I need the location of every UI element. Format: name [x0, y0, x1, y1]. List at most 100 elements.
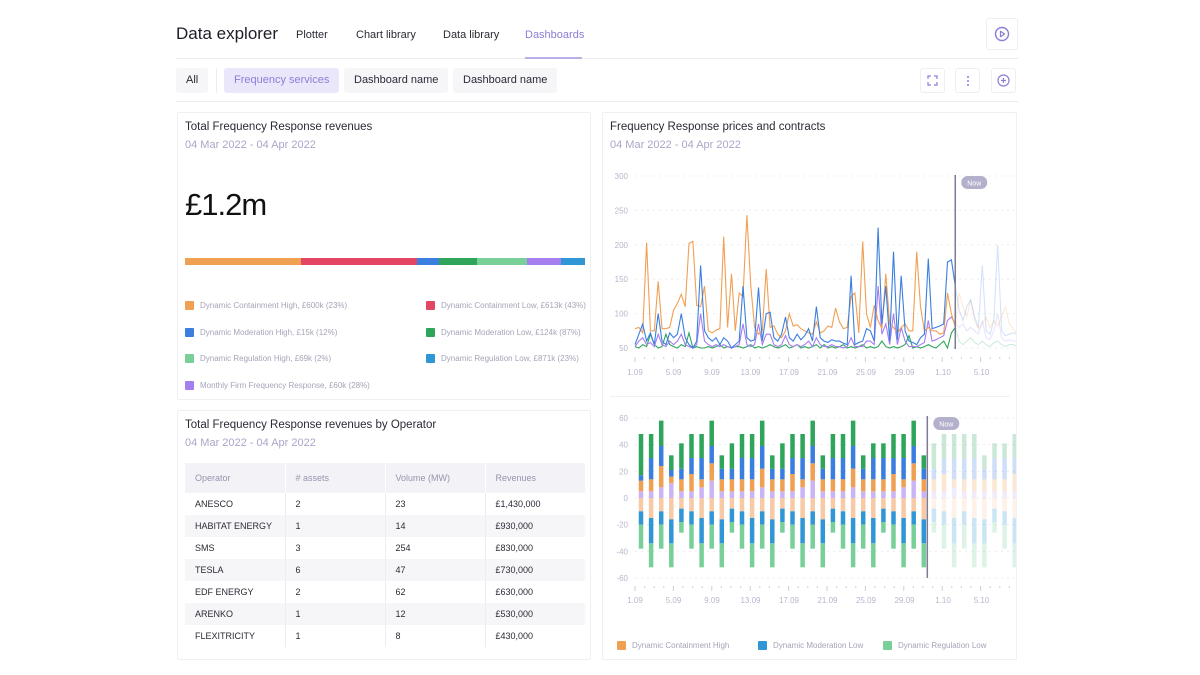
table-row[interactable]: FLEXITRICITY 1 8 £430,000: [185, 625, 585, 647]
legend-label: Monthly Firm Frequency Response, £60k (2…: [200, 380, 370, 390]
table-row[interactable]: ANESCO 2 23 £1,430,000: [185, 493, 585, 515]
bar-segment: [790, 491, 795, 498]
bar-segment: [850, 446, 856, 469]
tab-data-library[interactable]: Data library: [443, 29, 499, 41]
column-header-operator[interactable]: Operator: [185, 463, 286, 493]
asset-count: 6: [285, 559, 386, 581]
bar-segment: [830, 522, 836, 533]
revenue-segment-dr-high[interactable]: [477, 258, 527, 265]
bar-segment: [820, 455, 826, 469]
legend-item[interactable]: Dynamic Moderation High, £15k (12%): [185, 327, 337, 337]
bar-segment: [1012, 518, 1016, 544]
chip-dashboard-name[interactable]: Dashboard name: [344, 68, 449, 93]
bar-segment: [860, 511, 866, 525]
chip-frequency-services[interactable]: Frequency services: [224, 68, 340, 93]
bar-segment: [770, 468, 775, 480]
bar-segment: [810, 420, 815, 446]
prices-line-chart: 300 250 200 150 100 50 1.09 5.09 9.09 13.09 17.09 2…: [615, 172, 1016, 377]
column-header-revenues[interactable]: Revenues: [485, 463, 585, 493]
bar-segment: [729, 498, 735, 509]
table-row[interactable]: ARENKO 1 12 £530,000: [185, 603, 585, 625]
bar-segment: [992, 522, 997, 533]
bar-segment: [648, 498, 654, 518]
volume-mw: 8: [385, 625, 486, 647]
tab-plotter[interactable]: Plotter: [296, 29, 328, 41]
bar-segment: [982, 455, 987, 469]
bar-segment: [1012, 491, 1016, 498]
x-tick-label: 17.09: [779, 596, 800, 605]
chip-dashboard-name[interactable]: Dashboard name: [453, 68, 558, 93]
fullscreen-button[interactable]: [920, 68, 945, 93]
bar-segment: [982, 468, 987, 480]
bar-segment: [972, 518, 977, 544]
revenue: £730,000: [485, 559, 585, 581]
bar-segment: [1002, 498, 1007, 512]
revenue-segment-dc-high[interactable]: [185, 258, 301, 265]
bar-segment: [941, 511, 947, 525]
bar-segment: [749, 498, 755, 518]
bar-segment: [669, 470, 674, 477]
bar-segment: [911, 524, 916, 549]
legend-item[interactable]: Dynamic Containment Low, £613k (43%): [426, 301, 586, 310]
legend-item[interactable]: Dynamic Regulation High, £69k (2%): [185, 354, 331, 363]
bar-segment: [830, 491, 836, 498]
bar-segment: [810, 446, 815, 464]
legend-item[interactable]: Dynamic Regulation Low, £871k (23%): [426, 354, 579, 363]
bar-segment: [840, 479, 846, 492]
bar-segment: [871, 543, 876, 568]
column-header-volume[interactable]: Volume (MW): [385, 463, 486, 493]
legend-item[interactable]: Dynamic Containment High: [617, 641, 729, 650]
divider: [610, 396, 1010, 397]
chip-all[interactable]: All: [176, 68, 209, 93]
top-navigation: Data explorer Plotter Chart library Data…: [176, 18, 1018, 59]
bar-segment: [992, 508, 997, 522]
bar-segment: [800, 498, 805, 518]
bar-segment: [770, 543, 775, 568]
bar-segment: [1012, 458, 1016, 474]
table-row[interactable]: HABITAT ENERGY 1 14 £930,000: [185, 515, 585, 537]
table-row[interactable]: TESLA 6 47 £730,000: [185, 559, 585, 581]
revenue: £930,000: [485, 515, 585, 537]
legend-item[interactable]: Monthly Firm Frequency Response, £60k (2…: [185, 380, 370, 390]
y-tick-label: 200: [615, 241, 629, 250]
revenue-segment-dm-high[interactable]: [417, 258, 439, 265]
table-row[interactable]: EDF ENERGY 2 62 £630,000: [185, 581, 585, 603]
bar-segment: [820, 491, 826, 498]
bar-segment: [638, 524, 644, 549]
bar-segment: [719, 498, 725, 520]
revenue-segment-dr-low[interactable]: [561, 258, 585, 265]
legend-item[interactable]: Dynamic Moderation Low, £124k (87%): [426, 327, 581, 337]
bar-segment: [972, 458, 977, 480]
legend-label: Dynamic Containment Low, £613k (43%): [441, 301, 586, 310]
bar-segment: [739, 491, 745, 498]
column-header-assets[interactable]: # assets: [285, 463, 386, 493]
tab-dashboards[interactable]: Dashboards: [525, 29, 584, 41]
bar-segment: [669, 455, 674, 470]
legend-item[interactable]: Dynamic Containment High, £600k (23%): [185, 301, 347, 310]
x-tick-label: 5.09: [666, 596, 682, 605]
table-row[interactable]: SMS 3 254 £830,000: [185, 537, 585, 559]
revenue-segment-dc-low[interactable]: [301, 258, 417, 265]
bar-segment: [658, 487, 664, 498]
bar-segment: [689, 491, 694, 498]
play-button[interactable]: [986, 18, 1018, 50]
bar-segment: [961, 458, 967, 480]
bar-segment: [901, 543, 906, 568]
bar-segment: [961, 491, 967, 498]
bar-segment: [961, 524, 967, 549]
tab-chart-library[interactable]: Chart library: [356, 29, 416, 41]
more-options-button[interactable]: [955, 68, 980, 93]
bar-segment: [891, 434, 896, 458]
bar-segment: [810, 498, 815, 512]
add-chart-button[interactable]: [991, 68, 1016, 93]
date-range: 04 Mar 2022 - 04 Apr 2022: [185, 437, 316, 449]
legend-item[interactable]: Dynamic Regulation Low: [883, 641, 987, 650]
x-tick-label: 17.09: [779, 368, 800, 377]
bar-segment: [800, 458, 805, 480]
x-tick-label: 1.09: [627, 596, 643, 605]
bar-segment: [689, 458, 694, 474]
revenue-segment-dm-low[interactable]: [439, 258, 477, 265]
bar-segment: [1002, 443, 1007, 458]
legend-item[interactable]: Dynamic Moderation Low: [758, 641, 863, 650]
revenue-segment-mffr[interactable]: [527, 258, 561, 265]
